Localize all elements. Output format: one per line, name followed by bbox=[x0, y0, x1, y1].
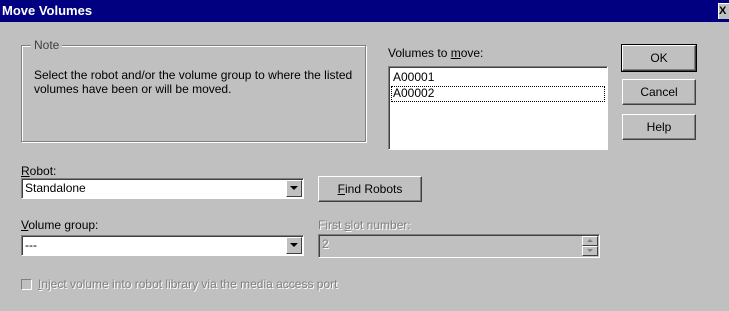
volume-group-dropdown[interactable]: --- bbox=[21, 235, 304, 256]
first-slot-spinner[interactable]: 2 bbox=[318, 234, 600, 258]
list-item[interactable]: A00002 bbox=[391, 86, 605, 102]
robot-dropdown-arrow[interactable] bbox=[286, 180, 302, 197]
close-button[interactable]: X bbox=[718, 3, 729, 19]
first-slot-value: 2 bbox=[322, 237, 329, 251]
note-groupbox: Note Select the robot and/or the volume … bbox=[21, 38, 366, 142]
help-button[interactable]: Help bbox=[622, 114, 696, 140]
chevron-down-icon bbox=[290, 186, 298, 190]
find-robots-button[interactable]: Find Robots bbox=[318, 176, 422, 202]
robot-dropdown[interactable]: Standalone bbox=[21, 178, 304, 199]
window-title: Move Volumes bbox=[2, 3, 93, 18]
spin-up-button[interactable] bbox=[582, 236, 598, 246]
inject-checkbox[interactable] bbox=[21, 279, 32, 290]
ok-button[interactable]: OK bbox=[621, 44, 697, 72]
volume-group-dropdown-arrow[interactable] bbox=[286, 237, 302, 254]
volumes-listbox[interactable]: A00001 A00002 bbox=[388, 66, 608, 150]
move-volumes-dialog: Move Volumes X Note Select the robot and… bbox=[0, 0, 729, 311]
robot-label: Robot: bbox=[21, 164, 57, 178]
list-item[interactable]: A00001 bbox=[391, 70, 605, 86]
volumes-to-move-label: Volumes to move: bbox=[388, 46, 484, 60]
spin-down-button[interactable] bbox=[582, 246, 598, 256]
spin-up-icon bbox=[587, 239, 593, 242]
inject-label[interactable]: Inject volume into robot library via the… bbox=[38, 277, 337, 291]
close-icon: X bbox=[719, 5, 727, 17]
volume-group-value: --- bbox=[25, 238, 37, 252]
volume-group-label: Volume group: bbox=[21, 218, 99, 232]
cancel-button[interactable]: Cancel bbox=[622, 79, 696, 105]
note-text: Select the robot and/or the volume group… bbox=[34, 68, 353, 96]
title-bar: Move Volumes X bbox=[0, 0, 729, 22]
chevron-down-icon bbox=[290, 243, 298, 247]
robot-value: Standalone bbox=[25, 181, 86, 195]
spin-down-icon bbox=[587, 249, 593, 252]
first-slot-label: First slot number: bbox=[318, 218, 411, 232]
note-legend: Note bbox=[31, 38, 63, 52]
